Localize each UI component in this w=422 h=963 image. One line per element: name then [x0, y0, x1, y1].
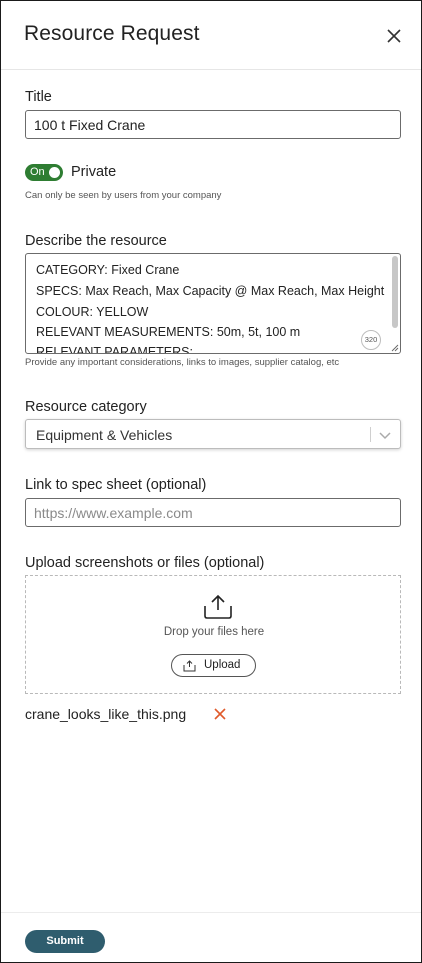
private-toggle[interactable]: On — [25, 164, 63, 181]
category-label: Resource category — [25, 399, 147, 415]
upload-label: Upload screenshots or files (optional) — [25, 555, 265, 571]
description-line: RELEVANT MEASUREMENTS: 50m, 5t, 100 m — [36, 325, 301, 339]
private-label: Private — [71, 164, 117, 180]
toggle-state-text: On — [30, 166, 45, 178]
upload-icon — [183, 660, 196, 672]
panel-title: Resource Request — [24, 22, 200, 45]
chevron-down-icon — [379, 432, 391, 440]
description-label: Describe the resource — [25, 233, 167, 249]
character-counter: 320 — [361, 330, 381, 350]
upload-button-label: Upload — [204, 659, 241, 671]
remove-file-icon[interactable] — [213, 707, 227, 721]
spec-link-input[interactable] — [25, 498, 401, 527]
footer-divider — [1, 912, 421, 913]
title-input[interactable] — [25, 110, 401, 139]
description-line: RELEVANT PARAMETERS: — [36, 345, 193, 354]
category-select[interactable]: Equipment & Vehicles — [25, 419, 401, 449]
uploaded-file-name: crane_looks_like_this.png — [25, 706, 187, 722]
description-line: CATEGORY: Fixed Crane — [36, 263, 180, 277]
description-line: SPECS: Max Reach, Max Capacity @ Max Rea… — [36, 284, 385, 298]
category-selected-value: Equipment & Vehicles — [36, 427, 173, 443]
description-line: COLOUR: YELLOW — [36, 305, 149, 319]
upload-button[interactable]: Upload — [171, 654, 256, 677]
description-helper-text: Provide any important considerations, li… — [25, 357, 340, 368]
toggle-knob — [49, 167, 60, 178]
drop-files-text: Drop your files here — [163, 626, 265, 638]
title-label: Title — [25, 89, 52, 105]
file-dropzone[interactable]: Drop your files here Upload — [25, 575, 401, 694]
close-icon[interactable] — [383, 25, 405, 47]
resource-request-panel: Resource Request Title On Private Can on… — [0, 0, 422, 963]
description-textarea[interactable]: CATEGORY: Fixed Crane SPECS: Max Reach, … — [25, 253, 401, 354]
panel-header: Resource Request — [1, 1, 421, 70]
submit-button[interactable]: Submit — [25, 930, 105, 953]
resize-handle-icon[interactable] — [391, 344, 399, 352]
description-scrollbar[interactable] — [392, 256, 398, 328]
upload-icon — [204, 594, 232, 619]
select-separator — [370, 427, 371, 442]
private-helper-text: Can only be seen by users from your comp… — [25, 190, 222, 201]
spec-link-label: Link to spec sheet (optional) — [25, 477, 207, 493]
